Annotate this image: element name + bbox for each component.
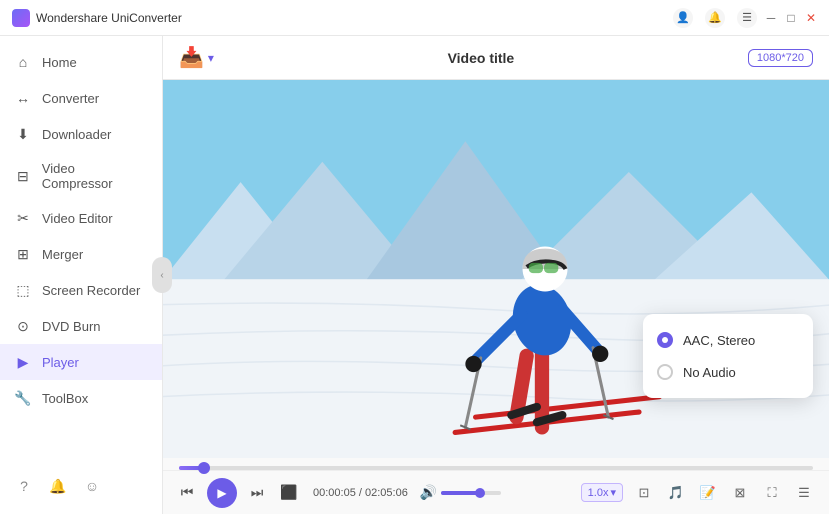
sidebar-item-downloader[interactable]: ⬇ Downloader [0, 116, 162, 152]
logo-icon [12, 9, 30, 27]
account-icon[interactable]: ☺ [82, 476, 102, 496]
main-layout: ⌂ Home ↔ Converter ⬇ Downloader ⊟ Video … [0, 36, 829, 514]
content-area: 📥 ▾ Video title 1080*720 [163, 36, 829, 514]
right-controls: ⊡ 🎵 📝 ⊠ ⛶ ☰ [631, 480, 817, 506]
help-icon[interactable]: ? [14, 476, 34, 496]
sidebar-label-dvd-burn: DVD Burn [42, 319, 101, 334]
menu-icon[interactable]: ☰ [737, 8, 757, 28]
audio-option-aac[interactable]: AAC, Stereo [643, 324, 813, 356]
sidebar-label-home: Home [42, 55, 77, 70]
converter-icon: ↔ [14, 89, 32, 107]
sidebar-bottom: ? 🔔 ☺ [0, 466, 162, 506]
add-chevron-icon: ▾ [208, 51, 214, 65]
radio-aac [657, 332, 673, 348]
sidebar-item-video-compressor[interactable]: ⊟ Video Compressor [0, 152, 162, 200]
video-title: Video title [226, 50, 736, 66]
audio-dropdown: AAC, Stereo No Audio [643, 314, 813, 398]
video-compressor-icon: ⊟ [14, 167, 32, 185]
progress-bar-container[interactable] [163, 458, 829, 470]
dvd-burn-icon: ⊙ [14, 317, 32, 335]
audio-label-aac: AAC, Stereo [683, 333, 755, 348]
user-icon[interactable]: 👤 [673, 8, 693, 28]
window-controls: ─ □ ✕ [765, 12, 817, 24]
aspect-ratio-button[interactable]: ⊡ [631, 480, 657, 506]
video-editor-icon: ✂ [14, 209, 32, 227]
progress-track[interactable] [179, 466, 813, 470]
sidebar-label-player: Player [42, 355, 79, 370]
maximize-button[interactable]: □ [785, 12, 797, 24]
alerts-icon[interactable]: 🔔 [48, 476, 68, 496]
sidebar-collapse-button[interactable]: ‹ [152, 257, 172, 293]
controls-bar: ⏮ ▶ ⏭ ⬛ 00:00:05 / 02:05:06 🔊 1.0x ▾ ⊡ 🎵 [163, 470, 829, 514]
downloader-icon: ⬇ [14, 125, 32, 143]
audio-track-button[interactable]: 🎵 [663, 480, 689, 506]
title-bar-icons: 👤 🔔 ☰ [673, 8, 757, 28]
volume-thumb[interactable] [475, 488, 485, 498]
volume-control: 🔊 [420, 484, 501, 501]
toolbox-icon: 🔧 [14, 389, 32, 407]
sidebar-item-player[interactable]: ▶ Player [0, 344, 162, 380]
volume-track[interactable] [441, 491, 501, 495]
sidebar-label-downloader: Downloader [42, 127, 111, 142]
screen-recorder-icon: ⬚ [14, 281, 32, 299]
add-icon: 📥 [179, 45, 204, 70]
prev-frame-button[interactable]: ⏮ [175, 481, 199, 505]
fullscreen-button[interactable]: ⛶ [759, 480, 785, 506]
next-frame-button[interactable]: ⏭ [245, 481, 269, 505]
sidebar-item-merger[interactable]: ⊞ Merger [0, 236, 162, 272]
volume-icon[interactable]: 🔊 [420, 484, 437, 501]
player-icon: ▶ [14, 353, 32, 371]
sidebar-label-video-compressor: Video Compressor [42, 161, 148, 191]
add-file-button[interactable]: 📥 ▾ [179, 45, 214, 70]
crop-button[interactable]: ⊠ [727, 480, 753, 506]
sidebar-item-converter[interactable]: ↔ Converter [0, 80, 162, 116]
audio-option-none[interactable]: No Audio [643, 356, 813, 388]
speed-value: 1.0x [588, 487, 609, 499]
time-display: 00:00:05 / 02:05:06 [313, 487, 408, 499]
close-button[interactable]: ✕ [805, 12, 817, 24]
top-bar: 📥 ▾ Video title 1080*720 [163, 36, 829, 80]
sidebar-label-toolbox: ToolBox [42, 391, 88, 406]
sidebar-item-home[interactable]: ⌂ Home [0, 44, 162, 80]
home-icon: ⌂ [14, 53, 32, 71]
play-button[interactable]: ▶ [207, 478, 237, 508]
sidebar-item-toolbox[interactable]: 🔧 ToolBox [0, 380, 162, 416]
video-player[interactable]: AAC, Stereo No Audio [163, 80, 829, 458]
app-logo: Wondershare UniConverter [12, 9, 673, 27]
sidebar-label-video-editor: Video Editor [42, 211, 113, 226]
sidebar-item-screen-recorder[interactable]: ⬚ Screen Recorder [0, 272, 162, 308]
speed-chevron-icon: ▾ [610, 486, 616, 499]
sidebar-item-video-editor[interactable]: ✂ Video Editor [0, 200, 162, 236]
subtitle-button[interactable]: 📝 [695, 480, 721, 506]
title-bar: Wondershare UniConverter 👤 🔔 ☰ ─ □ ✕ [0, 0, 829, 36]
minimize-button[interactable]: ─ [765, 12, 777, 24]
sidebar-label-converter: Converter [42, 91, 99, 106]
resolution-badge: 1080*720 [748, 49, 813, 67]
sidebar-item-dvd-burn[interactable]: ⊙ DVD Burn [0, 308, 162, 344]
playlist-button[interactable]: ☰ [791, 480, 817, 506]
app-name: Wondershare UniConverter [36, 11, 182, 25]
sidebar: ⌂ Home ↔ Converter ⬇ Downloader ⊟ Video … [0, 36, 163, 514]
speed-button[interactable]: 1.0x ▾ [581, 483, 623, 502]
sidebar-label-merger: Merger [42, 247, 83, 262]
radio-none [657, 364, 673, 380]
stop-button[interactable]: ⬛ [277, 481, 301, 505]
audio-label-none: No Audio [683, 365, 736, 380]
merger-icon: ⊞ [14, 245, 32, 263]
sidebar-label-screen-recorder: Screen Recorder [42, 283, 140, 298]
progress-thumb[interactable] [198, 462, 210, 474]
notification-icon[interactable]: 🔔 [705, 8, 725, 28]
